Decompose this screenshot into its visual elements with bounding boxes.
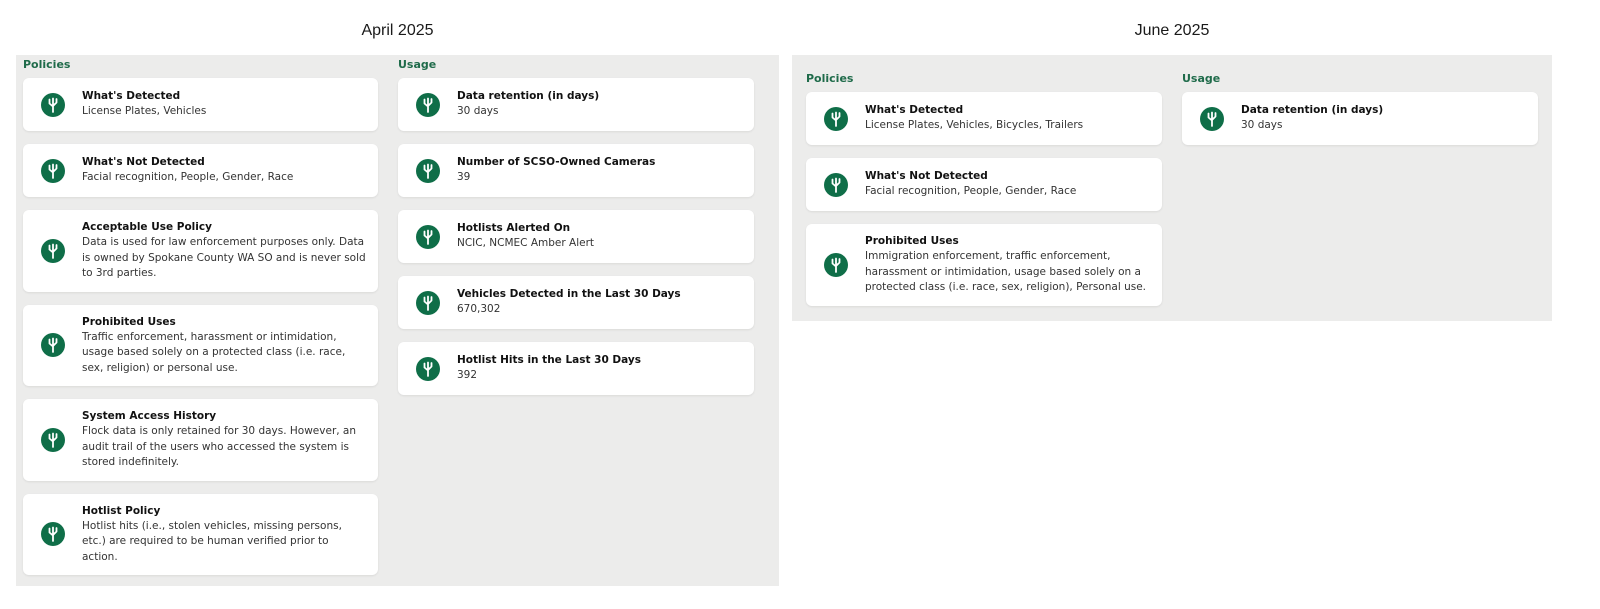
june-policies-card-0: What's Detected License Plates, Vehicles… bbox=[806, 92, 1162, 145]
card-text: Prohibited Uses Traffic enforcement, har… bbox=[82, 315, 366, 377]
june-usage-card-0: Data retention (in days) 30 days bbox=[1182, 92, 1538, 145]
card-text: Hotlists Alerted On NCIC, NCMEC Amber Al… bbox=[457, 221, 742, 252]
card-text: Data retention (in days) 30 days bbox=[457, 89, 742, 120]
card-value: 39 bbox=[457, 171, 471, 184]
flock-tree-icon bbox=[416, 290, 440, 315]
flock-tree-icon bbox=[416, 92, 440, 117]
april-policies-column: Policies What's Detected License Plates,… bbox=[23, 57, 378, 588]
flock-tree-icon bbox=[41, 238, 65, 263]
flock-tree-icon bbox=[824, 172, 848, 197]
april-usage-card-2: Hotlists Alerted On NCIC, NCMEC Amber Al… bbox=[398, 210, 754, 263]
card-title: Data retention (in days) bbox=[457, 90, 600, 103]
june-policies-column: Policies What's Detected License Plates,… bbox=[806, 71, 1162, 319]
april-usage-card-1: Number of SCSO-Owned Cameras 39 bbox=[398, 144, 754, 197]
card-text: Hotlist Policy Hotlist hits (i.e., stole… bbox=[82, 504, 366, 566]
card-value: Traffic enforcement, harassment or intim… bbox=[82, 330, 346, 374]
card-value: Data is used for law enforcement purpose… bbox=[82, 236, 366, 279]
card-title: Number of SCSO-Owned Cameras bbox=[457, 156, 656, 169]
card-value: Immigration enforcement, traffic enforce… bbox=[865, 250, 1146, 293]
june-policies-card-2: Prohibited Uses Immigration enforcement,… bbox=[806, 224, 1162, 306]
card-value: Facial recognition, People, Gender, Race bbox=[865, 185, 1077, 198]
april-usage-card-3: Vehicles Detected in the Last 30 Days 67… bbox=[398, 276, 754, 329]
april-policies-card-0: What's Detected License Plates, Vehicles bbox=[23, 78, 378, 131]
card-value: License Plates, Vehicles, Bicycles, Trai… bbox=[865, 119, 1084, 132]
card-text: Hotlist Hits in the Last 30 Days 392 bbox=[457, 353, 742, 384]
flock-tree-icon bbox=[41, 333, 65, 358]
card-title: Hotlist Policy bbox=[82, 504, 161, 517]
june-panel: Policies What's Detected License Plates,… bbox=[792, 55, 1552, 321]
april-period-title: April 2025 bbox=[361, 22, 434, 39]
april-policies-label: Policies bbox=[23, 58, 71, 71]
card-value: Hotlist hits (i.e., stolen vehicles, mis… bbox=[82, 519, 342, 563]
card-title: Hotlist Hits in the Last 30 Days bbox=[457, 354, 641, 367]
card-text: Acceptable Use Policy Data is used for l… bbox=[82, 220, 366, 282]
card-text: Vehicles Detected in the Last 30 Days 67… bbox=[457, 287, 742, 318]
card-text: What's Detected License Plates, Vehicles bbox=[82, 89, 366, 120]
card-text: What's Not Detected Facial recognition, … bbox=[865, 169, 1150, 200]
card-title: Hotlists Alerted On bbox=[457, 222, 571, 235]
june-policies-label: Policies bbox=[806, 72, 854, 85]
april-usage-card-4: Hotlist Hits in the Last 30 Days 392 bbox=[398, 342, 754, 395]
card-text: System Access History Flock data is only… bbox=[82, 409, 366, 471]
card-title: Prohibited Uses bbox=[865, 235, 959, 247]
card-text: Number of SCSO-Owned Cameras 39 bbox=[457, 155, 742, 186]
april-panel: Policies What's Detected License Plates,… bbox=[16, 55, 779, 586]
card-value: License Plates, Vehicles bbox=[82, 105, 207, 118]
card-value: 670,302 bbox=[457, 303, 501, 316]
april-policies-card-1: What's Not Detected Facial recognition, … bbox=[23, 144, 378, 197]
card-value: NCIC, NCMEC Amber Alert bbox=[457, 237, 595, 250]
card-text: What's Detected License Plates, Vehicles… bbox=[865, 103, 1150, 134]
april-policies-card-4: System Access History Flock data is only… bbox=[23, 399, 378, 481]
flock-tree-icon bbox=[41, 92, 65, 117]
flock-tree-icon bbox=[416, 224, 440, 249]
card-title: Acceptable Use Policy bbox=[82, 221, 212, 233]
april-policies-card-3: Prohibited Uses Traffic enforcement, har… bbox=[23, 304, 378, 386]
card-title: Prohibited Uses bbox=[82, 315, 176, 328]
flock-tree-icon bbox=[416, 158, 440, 183]
card-text: Prohibited Uses Immigration enforcement,… bbox=[865, 234, 1150, 296]
flock-tree-icon bbox=[41, 522, 65, 547]
april-usage-label: Usage bbox=[398, 58, 437, 71]
flock-tree-icon bbox=[824, 106, 848, 131]
card-title: What's Detected bbox=[82, 90, 181, 103]
card-title: What's Not Detected bbox=[82, 156, 205, 169]
flock-tree-icon bbox=[824, 252, 848, 277]
june-usage-label: Usage bbox=[1182, 72, 1221, 85]
card-title: What's Detected bbox=[865, 104, 964, 117]
april-policies-card-5: Hotlist Policy Hotlist hits (i.e., stole… bbox=[23, 493, 378, 575]
april-usage-card-0: Data retention (in days) 30 days bbox=[398, 78, 754, 131]
card-value: Facial recognition, People, Gender, Race bbox=[82, 171, 294, 184]
card-value: Flock data is only retained for 30 days.… bbox=[82, 425, 357, 468]
card-value: 30 days bbox=[1241, 119, 1283, 132]
flock-tree-icon bbox=[1200, 106, 1224, 131]
june-policies-card-1: What's Not Detected Facial recognition, … bbox=[806, 158, 1162, 211]
april-usage-column: Usage Data retention (in days) 30 days N… bbox=[398, 57, 754, 408]
card-title: System Access History bbox=[82, 410, 217, 422]
card-text: What's Not Detected Facial recognition, … bbox=[82, 155, 366, 186]
april-policies-card-2: Acceptable Use Policy Data is used for l… bbox=[23, 210, 378, 292]
june-period-title: June 2025 bbox=[1134, 22, 1210, 39]
card-text: Data retention (in days) 30 days bbox=[1241, 103, 1526, 134]
card-value: 30 days bbox=[457, 105, 499, 118]
flock-tree-icon bbox=[41, 158, 65, 183]
card-title: What's Not Detected bbox=[865, 170, 988, 183]
card-title: Data retention (in days) bbox=[1241, 104, 1384, 117]
card-title: Vehicles Detected in the Last 30 Days bbox=[457, 288, 681, 301]
card-value: 392 bbox=[457, 369, 478, 382]
flock-tree-icon bbox=[41, 427, 65, 452]
june-usage-column: Usage Data retention (in days) 30 days bbox=[1182, 71, 1538, 158]
flock-tree-icon bbox=[416, 356, 440, 381]
